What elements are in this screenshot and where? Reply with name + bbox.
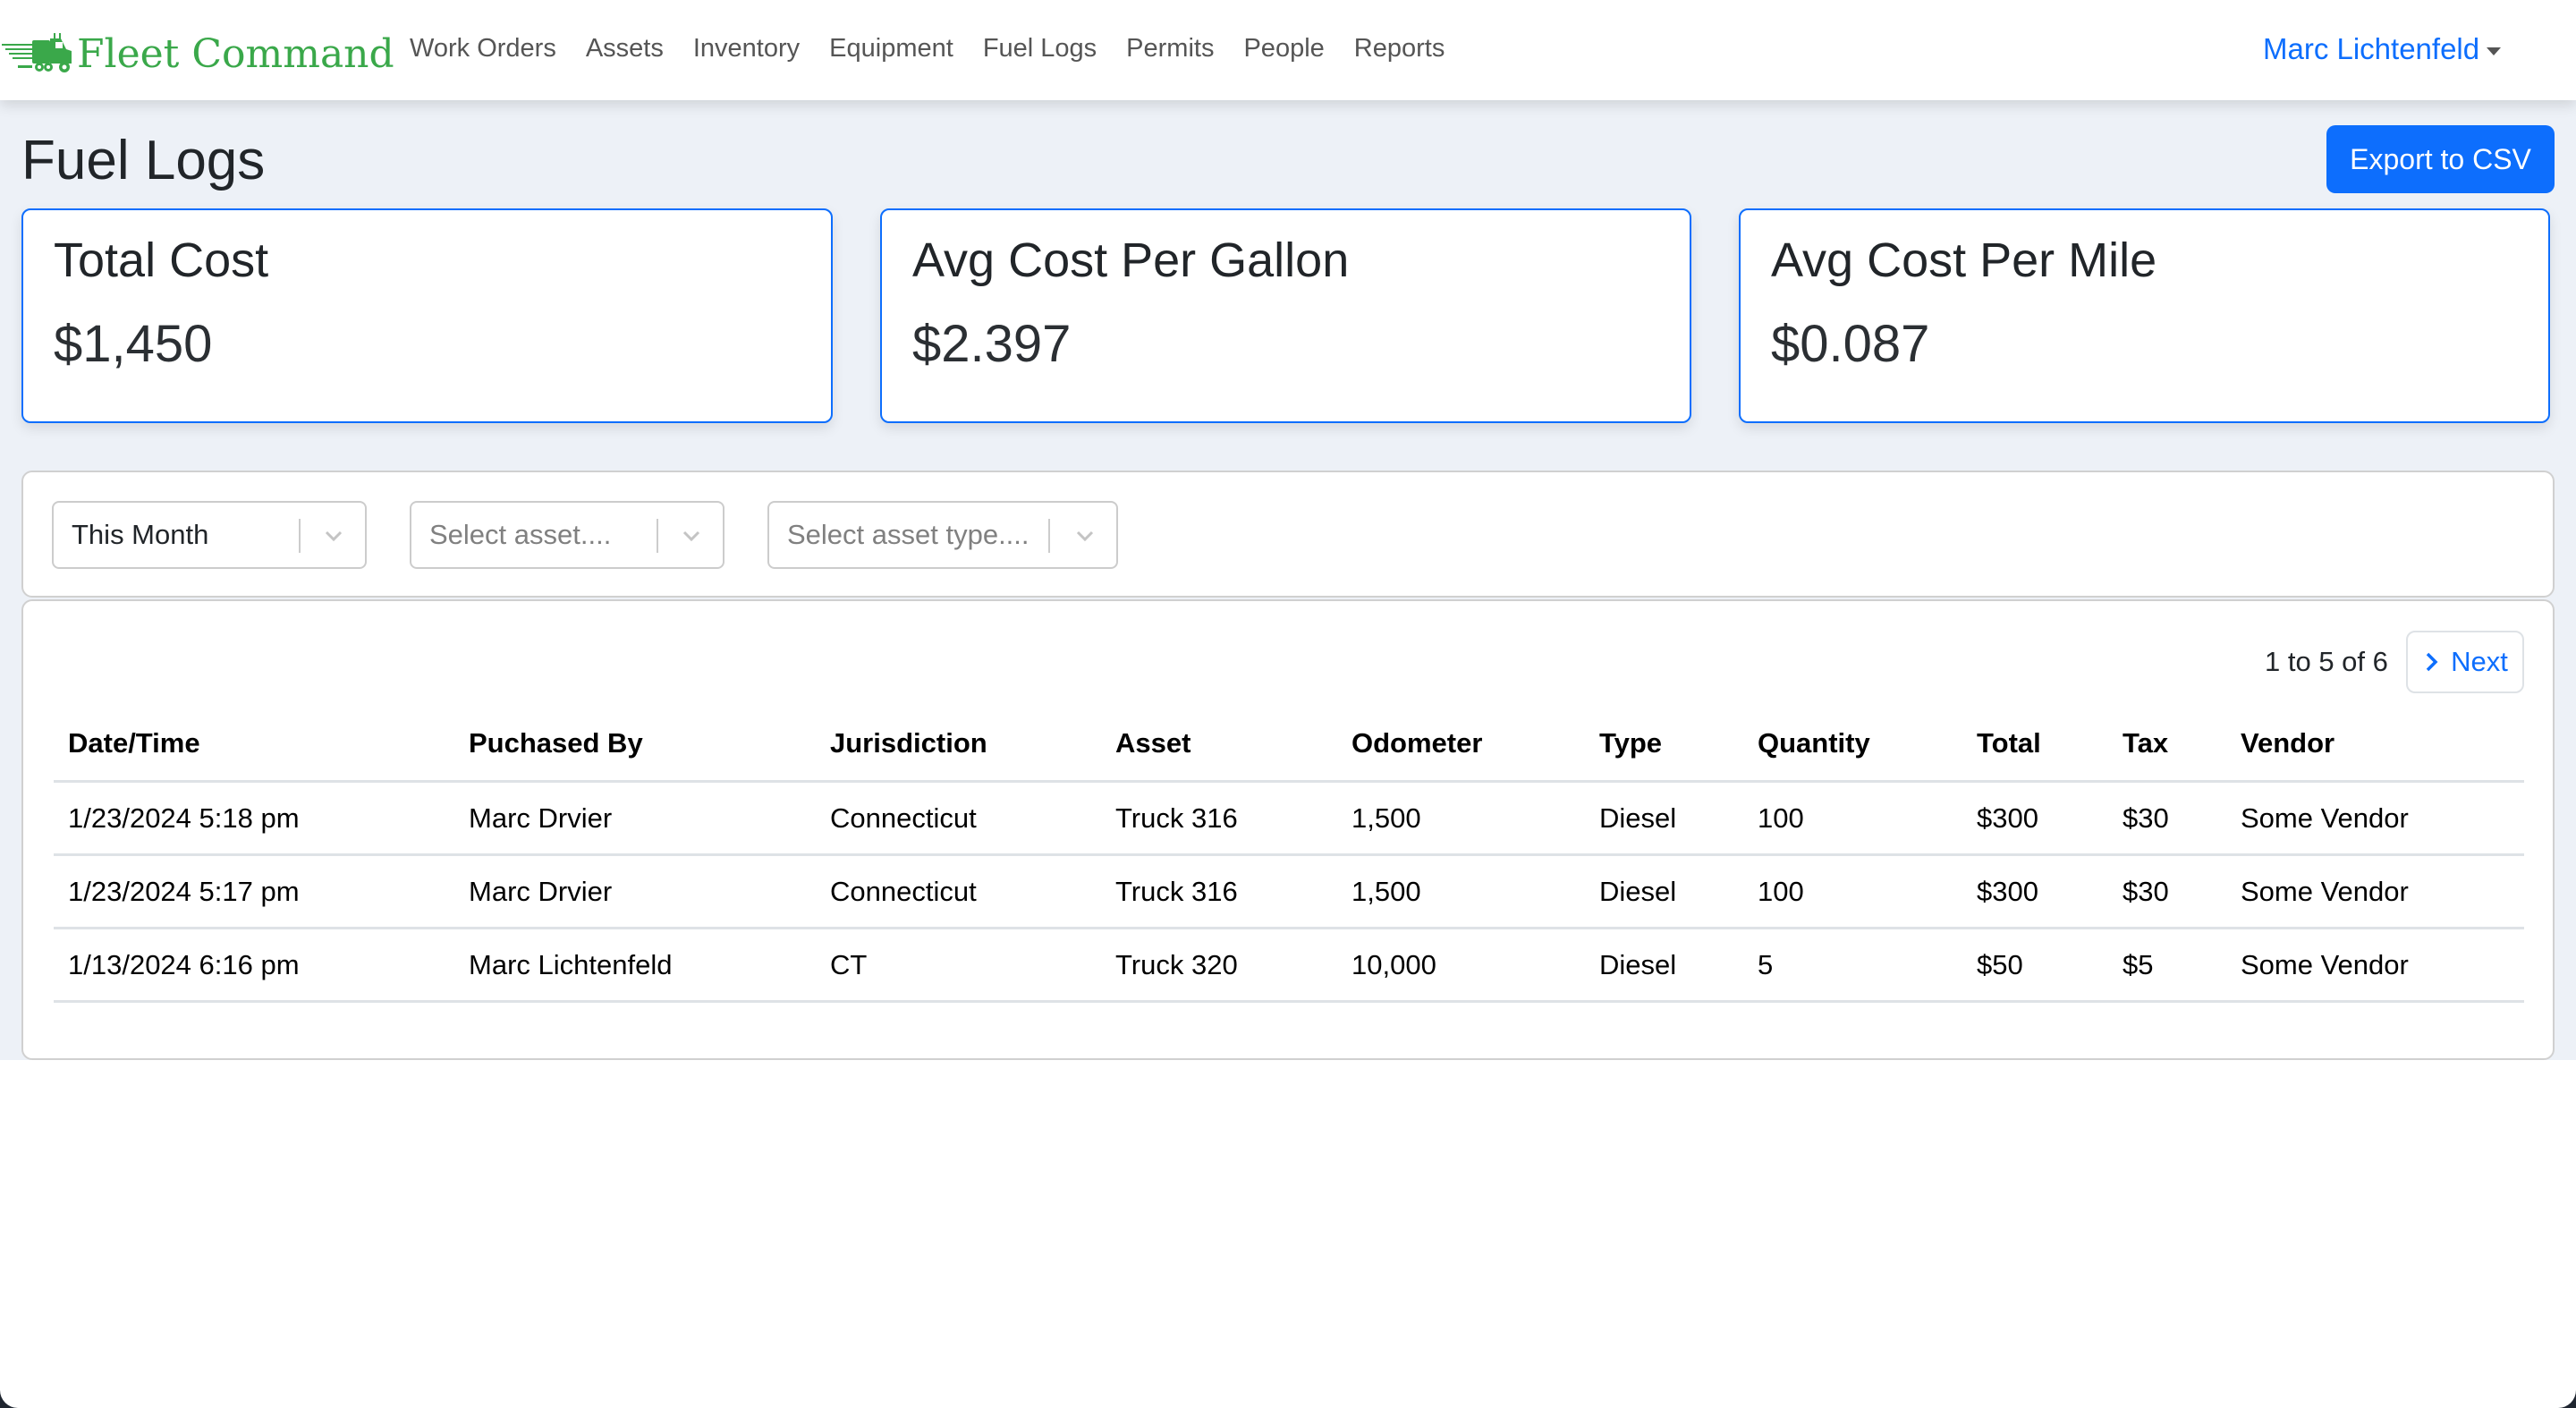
brand-name: Fleet Command [77,30,394,77]
column-header-odometer[interactable]: Odometer [1337,707,1585,783]
chevron-down-icon [682,530,700,542]
cell-asset: Truck 316 [1101,854,1337,929]
cell-quantity: 5 [1743,928,1962,1003]
cell-purchased-by: Marc Drvier [454,781,816,856]
main-nav: Work Orders Assets Inventory Equipment F… [410,30,1474,66]
cell-type: Diesel [1585,854,1743,929]
top-navbar: Fleet Command Work Orders Assets Invento… [0,0,2576,100]
column-header-vendor[interactable]: Vendor [2226,707,2524,783]
cell-jurisdiction: Connecticut [816,854,1101,929]
cell-vendor: Some Vendor [2226,781,2524,856]
window-corner [2540,1372,2576,1408]
asset-type-select[interactable]: Select asset type.... [767,501,1118,569]
table-header-row: Date/Time Puchased By Jurisdiction Asset… [54,707,2524,783]
stat-label: Avg Cost Per Gallon [912,233,1350,287]
nav-work-orders[interactable]: Work Orders [410,30,556,66]
nav-people[interactable]: People [1243,30,1324,66]
user-name: Marc Lichtenfeld [2263,32,2480,65]
stat-card-total-cost: Total Cost $1,450 [21,208,833,423]
cell-type: Diesel [1585,928,1743,1003]
cell-vendor: Some Vendor [2226,854,2524,929]
table-row[interactable]: 1/23/2024 5:17 pm Marc Drvier Connecticu… [54,854,2524,929]
stat-card-avg-cost-per-mile: Avg Cost Per Mile $0.087 [1739,208,2550,423]
brand-logo[interactable]: Fleet Command [0,29,394,79]
window-corner [0,1372,36,1408]
cell-type: Diesel [1585,781,1743,856]
cell-vendor: Some Vendor [2226,928,2524,1003]
stat-card-avg-cost-per-gallon: Avg Cost Per Gallon $2.397 [880,208,1691,423]
cell-purchased-by: Marc Drvier [454,854,816,929]
nav-fuel-logs[interactable]: Fuel Logs [983,30,1097,66]
period-select[interactable]: This Month [52,501,367,569]
cell-odometer: 1,500 [1337,781,1585,856]
cell-quantity: 100 [1743,854,1962,929]
stat-value: $2.397 [912,315,1072,373]
cell-total: $50 [1962,928,2108,1003]
nav-reports[interactable]: Reports [1354,30,1445,66]
column-header-total[interactable]: Total [1962,707,2108,783]
nav-permits[interactable]: Permits [1126,30,1214,66]
select-separator [1048,519,1050,553]
cell-asset: Truck 320 [1101,928,1337,1003]
cell-datetime: 1/23/2024 5:17 pm [54,854,454,929]
cell-jurisdiction: Connecticut [816,781,1101,856]
column-header-jurisdiction[interactable]: Jurisdiction [816,707,1101,783]
user-menu-toggle[interactable]: Marc Lichtenfeld [2263,30,2502,69]
cell-datetime: 1/23/2024 5:18 pm [54,781,454,856]
page-title: Fuel Logs [21,130,266,191]
truck-icon [2,33,72,72]
stat-value: $0.087 [1771,315,1930,373]
chevron-right-icon [2426,652,2438,672]
table-row[interactable]: 1/23/2024 5:18 pm Marc Drvier Connecticu… [54,781,2524,856]
fuel-logs-table-panel: 1 to 5 of 6 Next Date/Time Puchased By J… [21,599,2555,1060]
nav-equipment[interactable]: Equipment [829,30,953,66]
asset-type-select-placeholder: Select asset type.... [787,519,1030,550]
asset-select-placeholder: Select asset.... [429,519,612,550]
chevron-down-icon [325,530,343,542]
select-separator [657,519,658,553]
column-header-purchased-by[interactable]: Puchased By [454,707,816,783]
cell-jurisdiction: CT [816,928,1101,1003]
next-page-button[interactable]: Next [2406,631,2524,693]
cell-asset: Truck 316 [1101,781,1337,856]
stat-label: Avg Cost Per Mile [1771,233,2157,287]
cell-odometer: 1,500 [1337,854,1585,929]
nav-inventory[interactable]: Inventory [693,30,800,66]
filter-panel: This Month Select asset.... Select asset… [21,471,2555,598]
pagination-summary: 1 to 5 of 6 [2265,646,2388,677]
chevron-down-icon [1076,530,1094,542]
cell-total: $300 [1962,854,2108,929]
column-header-type[interactable]: Type [1585,707,1743,783]
period-select-value: This Month [72,519,209,550]
asset-select[interactable]: Select asset.... [410,501,724,569]
cell-tax: $30 [2108,854,2226,929]
column-header-quantity[interactable]: Quantity [1743,707,1962,783]
column-header-asset[interactable]: Asset [1101,707,1337,783]
column-header-tax[interactable]: Tax [2108,707,2226,783]
next-label: Next [2451,646,2508,677]
stat-label: Total Cost [54,233,269,287]
cell-tax: $30 [2108,781,2226,856]
export-csv-button[interactable]: Export to CSV [2326,125,2555,193]
cell-datetime: 1/13/2024 6:16 pm [54,928,454,1003]
stat-value: $1,450 [54,315,213,373]
cell-tax: $5 [2108,928,2226,1003]
nav-assets[interactable]: Assets [586,30,664,66]
cell-purchased-by: Marc Lichtenfeld [454,928,816,1003]
select-separator [299,519,301,553]
table-row[interactable]: 1/13/2024 6:16 pm Marc Lichtenfeld CT Tr… [54,928,2524,1003]
cell-quantity: 100 [1743,781,1962,856]
cell-odometer: 10,000 [1337,928,1585,1003]
column-header-datetime[interactable]: Date/Time [54,707,454,783]
fuel-logs-table: Date/Time Puchased By Jurisdiction Asset… [54,707,2524,1003]
caret-down-icon [2487,47,2502,55]
cell-total: $300 [1962,781,2108,856]
